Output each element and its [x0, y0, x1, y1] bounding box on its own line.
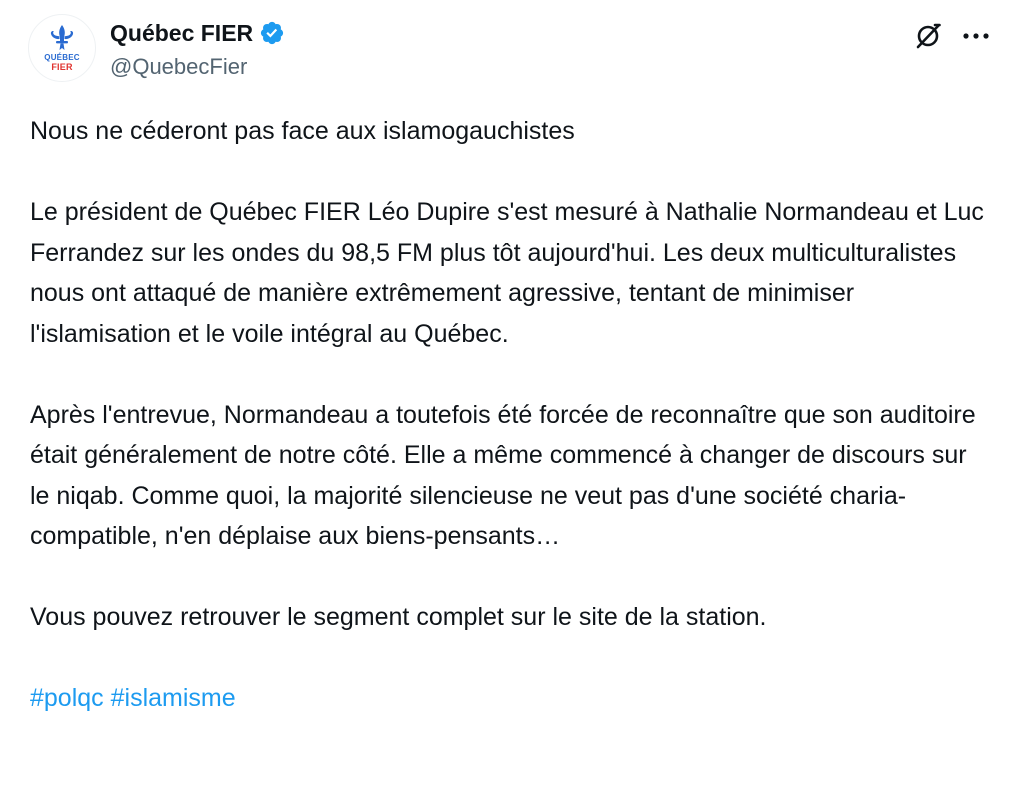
- avatar-logo-text-bottom: FIER: [51, 62, 73, 72]
- hashtag-islamisme[interactable]: #islamisme: [111, 684, 236, 712]
- author-display-name[interactable]: Québec FIER: [110, 18, 253, 48]
- more-options-icon[interactable]: [958, 20, 994, 52]
- tweet-paragraph-headline: Nous ne céderont pas face aux islamogauc…: [30, 117, 575, 145]
- tweet-text: Nous ne céderont pas face aux islamogauc…: [30, 111, 990, 719]
- tweet-paragraph-aftermath: Après l'entrevue, Normandeau a toutefois…: [30, 400, 976, 551]
- avatar-logo-text-top: QUÉBEC: [44, 53, 80, 62]
- author-handle[interactable]: @QuebecFier: [110, 52, 247, 82]
- tweet-paragraph-segment: Vous pouvez retrouver le segment complet…: [30, 603, 767, 631]
- avatar[interactable]: QUÉBEC FIER: [28, 14, 96, 82]
- tweet-paragraph-interview: Le président de Québec FIER Léo Dupire s…: [30, 198, 984, 348]
- hashtag-polqc[interactable]: #polqc: [30, 684, 104, 712]
- grok-icon[interactable]: [912, 20, 944, 52]
- tweet-hashtags: #polqc #islamisme: [30, 678, 990, 719]
- fleur-de-lis-icon: [50, 25, 74, 50]
- author-name-row: Québec FIER: [110, 18, 285, 48]
- verified-badge-icon[interactable]: [259, 20, 285, 46]
- tweet: QUÉBEC FIER Québec FIER @QuebecFier Nous…: [0, 0, 1020, 808]
